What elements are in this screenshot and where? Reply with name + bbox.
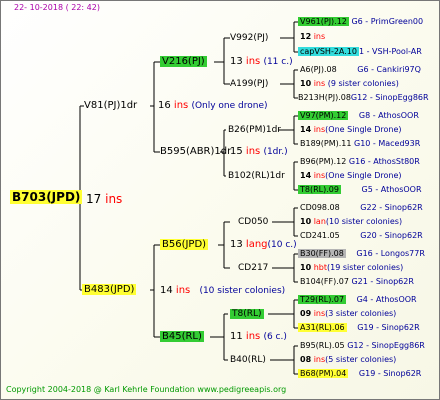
gen4-row-16[interactable]: B68(PM).04 G19 - Sinop62R (298, 368, 421, 380)
gen4-row-3[interactable]: A6(PJ).08 G6 - Cankiri97Q (300, 64, 421, 76)
copyright-footer: Copyright 2004-2018 @ Karl Kehrle Founda… (6, 385, 287, 394)
gen4-ins-15: 08 ins(5 sister colonies) (300, 355, 397, 364)
gen2-node-b56[interactable]: B56(JPD) (160, 239, 209, 251)
gen3-node-v992[interactable]: V992(PJ) (230, 32, 268, 44)
gen4-row-7[interactable]: B96(PM).12 G16 - AthosSt80R (300, 156, 420, 168)
gen4-ins-7: 14 ins(One Single Drone) (300, 171, 402, 180)
gen4-ins-3: 10 ins (9 sister colonies) (300, 79, 399, 88)
gen3-node-b102[interactable]: B102(RL)1dr (228, 170, 285, 182)
gen2-ins-b595: 15 ins (1dr.) (230, 146, 288, 157)
root-ins: 17 ins (86, 193, 122, 205)
gen4-row-12[interactable]: B104(FF).07 G21 - Sinop62R (300, 276, 414, 288)
gen2-node-b595[interactable]: B595(ABR)1dr (160, 146, 231, 158)
gen4-ins-13: 09 ins(3 sister colonies) (300, 309, 397, 318)
gen3-node-a199[interactable]: A199(PJ) (230, 78, 268, 90)
gen4-row-9[interactable]: CD098.08 G22 - Sinop62R (300, 202, 423, 214)
gen4-row-13[interactable]: T29(RL).07 G4 - AthosOOR (298, 294, 417, 306)
gen4-row-6[interactable]: B189(PM).11 G10 - Maced93R (300, 138, 420, 150)
gen2-ins-v216: 13 ins (11 c.) (230, 56, 293, 67)
gen4-row-15[interactable]: B95(RL).05 G12 - SinopEgg86R (300, 340, 425, 352)
gen1-ins-v81: 16 ins (Only one drone) (158, 100, 268, 111)
gen3-node-cd050[interactable]: CD050 (238, 216, 268, 228)
gen2-ins-b45: 11 ins (6 c.) (230, 331, 287, 342)
root-name: B703(JPD) (10, 190, 83, 204)
gen4-ins-1: 12 ins (300, 32, 326, 41)
gen2-ins-b56: 13 lang(10 c.) (230, 239, 297, 250)
gen4-row-2[interactable]: capVSH-2A.10 1 - VSH-Pool-AR (298, 46, 422, 58)
gen2-node-b45[interactable]: B45(RL) (160, 331, 204, 343)
gen4-row-14[interactable]: A31(RL).06 G19 - Sinop62R (298, 322, 420, 334)
gen4-row-5[interactable]: V97(PM).12 G8 - AthosOOR (298, 110, 419, 122)
root-node[interactable]: B703(JPD) (10, 190, 83, 204)
gen4-row-4[interactable]: B213H(PJ).08G12 - SinopEgg86R (298, 92, 429, 104)
date-stamp: 22- 10-2018 ( 22: 42) (14, 3, 100, 12)
gen4-ins-9: 10 lan(10 sister colonies) (300, 217, 403, 226)
gen1-ins-b483: 14 ins (10 sister colonies) (160, 285, 286, 296)
gen4-row-10[interactable]: CD241.05 G20 - Sinop62R (300, 230, 423, 242)
gen3-node-b40[interactable]: B40(RL) (230, 354, 266, 366)
gen3-node-cd217[interactable]: CD217 (238, 262, 268, 274)
gen1-node-v81[interactable]: V81(PJ)1dr (84, 100, 137, 112)
gen4-ins-11: 10 hbt(19 sister colonies) (300, 263, 404, 272)
root-num: 17 (86, 192, 102, 206)
gen4-row-11[interactable]: B30(FF).08 G16 - Longos77R (298, 248, 425, 260)
gen1-node-b483[interactable]: B483(JPD) (82, 284, 137, 296)
gen4-row-8[interactable]: T8(RL).09 G5 - AthosOOR (298, 184, 422, 196)
gen4-ins-5: 14 ins(One Single Drone) (300, 125, 402, 134)
gen4-row-1[interactable]: V961(PJ).12 G6 - PrimGreen00 (298, 16, 423, 28)
root-ins-label: ins (105, 192, 123, 206)
gen3-node-b26[interactable]: B26(PM)1dr (228, 124, 281, 136)
gen2-node-v216[interactable]: V216(PJ) (160, 56, 207, 68)
gen3-node-t8[interactable]: T8(RL) (230, 308, 264, 320)
